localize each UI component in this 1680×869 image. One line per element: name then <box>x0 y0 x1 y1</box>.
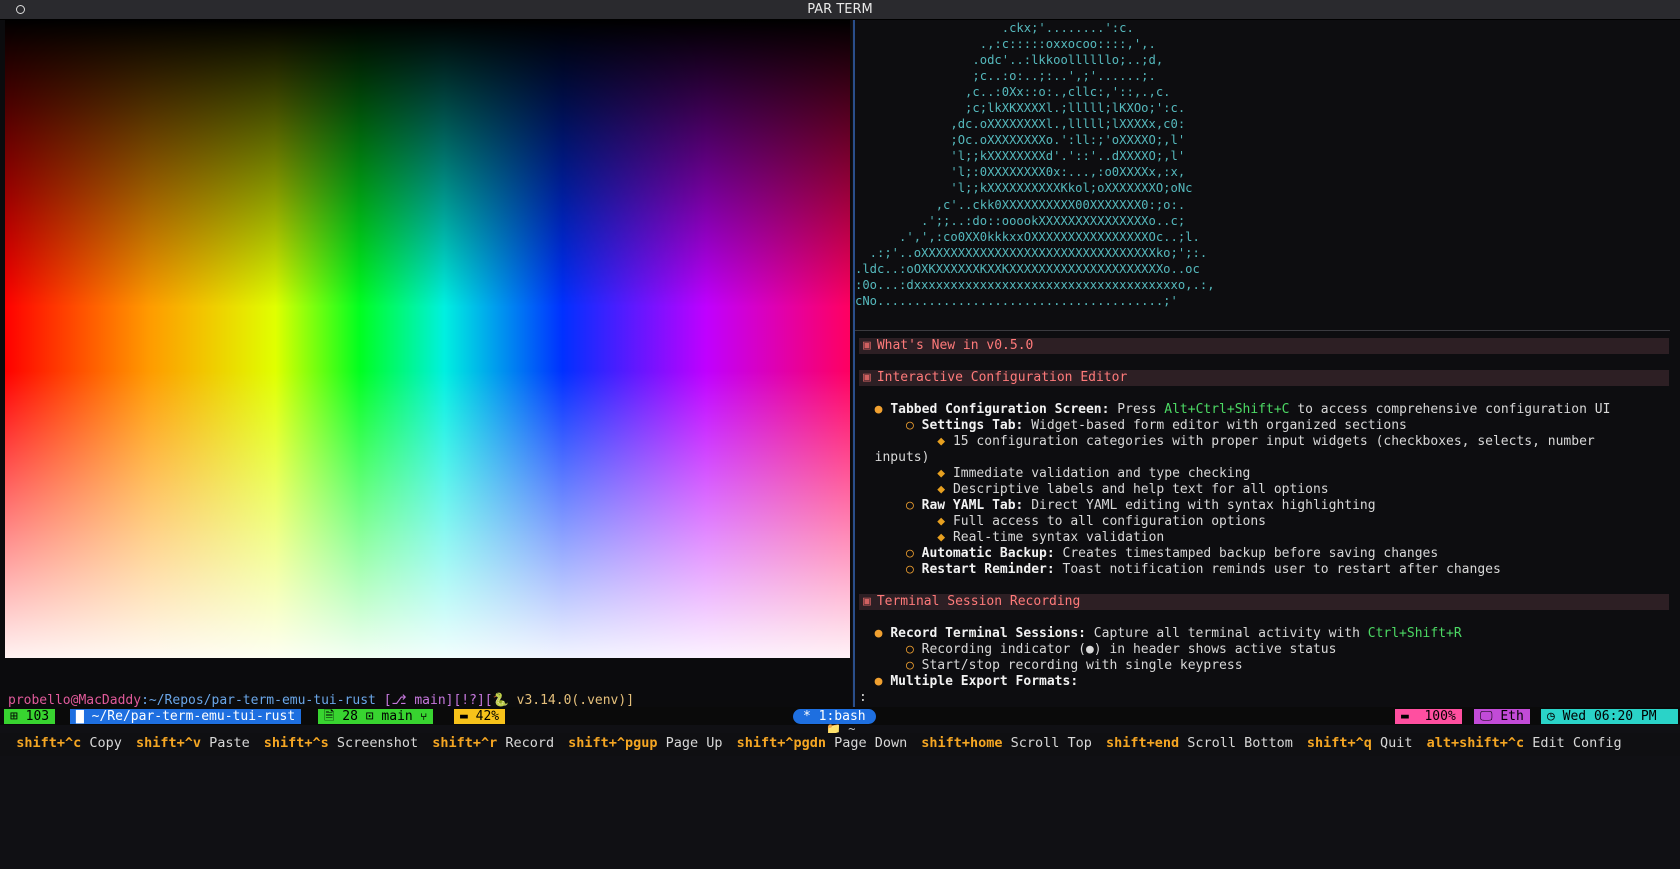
status-pane-count: ⊞ 103 <box>4 709 56 724</box>
list-item: ◆ Immediate validation and type checking <box>937 466 1251 481</box>
status-git: 🗎 28 ⊡ main ⑂ <box>318 709 434 724</box>
keybind-key: shift+^q <box>1306 735 1372 751</box>
keybind-key: shift+^pgdn <box>736 735 826 751</box>
left-pane[interactable]: probello@MacDaddy:~/Repos/par-term-emu-t… <box>0 20 852 725</box>
keybind-hints-bar: shift+^c Copy shift+^v Paste shift+^s Scre… <box>0 733 1680 756</box>
list-item: ◆ Real-time syntax validation <box>937 530 1165 545</box>
window-control-icon[interactable] <box>16 5 25 14</box>
horizontal-divider[interactable] <box>855 330 1670 331</box>
color-gradient-test <box>5 20 850 658</box>
keybind-label: Scroll Bottom <box>1179 735 1293 751</box>
list-item: ● Tabbed Configuration Screen: Press Alt… <box>874 402 1611 417</box>
list-item: ○ Raw YAML Tab: Direct YAML editing with… <box>905 498 1376 513</box>
keybind-key: shift+^c <box>16 735 82 751</box>
keybind-label: Page Up <box>657 735 723 751</box>
list-item: ◆ 15 configuration categories with prope… <box>937 434 1595 449</box>
ascii-art-logo: .ckx;'........':c. .,:c:::::oxxocoo::::,… <box>855 21 1215 308</box>
keybind-key: shift+^v <box>135 735 201 751</box>
status-zoom: ▬ 100% <box>1395 709 1462 724</box>
heading-icon: ▣ <box>863 338 871 353</box>
right-pane[interactable]: .ckx;'........':c. .,:c:::::oxxocoo::::,… <box>855 20 1680 707</box>
keybind-label: Record <box>497 735 555 751</box>
heading-config-editor: ▣ Interactive Configuration Editor <box>859 370 1669 386</box>
keybind-label: Scroll Top <box>1002 735 1092 751</box>
prompt-python: v3.14.0(.venv)] <box>508 693 635 708</box>
heading-icon: ▣ <box>863 370 871 385</box>
window-title: PAR TERM <box>807 2 873 17</box>
keybind-key: shift+end <box>1105 735 1180 751</box>
keybind-label: Screenshot <box>328 735 419 751</box>
list-item: ◆ Descriptive labels and help text for a… <box>937 482 1329 497</box>
keybind-key: shift+^pgup <box>568 735 658 751</box>
keybind-key: shift+^r <box>432 735 498 751</box>
status-datetime: ◷ Wed 06:20 PM <box>1541 709 1678 724</box>
list-item: ○ Restart Reminder: Toast notification r… <box>905 562 1501 577</box>
list-item: ○ Start/stop recording with single keypr… <box>905 658 1243 673</box>
keybind-label: Quit <box>1371 735 1413 751</box>
heading-recording: ▣ Terminal Session Recording <box>859 594 1669 610</box>
list-item: ○ Settings Tab: Widget-based form editor… <box>905 418 1407 433</box>
keybind-key: shift+^s <box>263 735 329 751</box>
list-item: ○ Recording indicator (●) in header show… <box>905 642 1337 657</box>
heading-icon: ▣ <box>863 594 871 609</box>
keybind-label: Page Down <box>825 735 908 751</box>
shell-prompt: probello@MacDaddy:~/Repos/par-term-emu-t… <box>8 693 634 708</box>
window-titlebar: PAR TERM <box>0 0 1680 20</box>
list-item: ● Multiple Export Formats: <box>874 674 1079 689</box>
list-item-continued: inputs) <box>874 450 930 465</box>
status-battery: ▬ 42% <box>454 709 506 724</box>
pager-prompt[interactable]: : <box>859 690 1669 706</box>
keybind-label: Copy <box>81 735 122 751</box>
keybind-label: Edit Config <box>1524 735 1622 751</box>
heading-whats-new: ▣ What's New in v0.5.0 <box>859 338 1669 354</box>
prompt-path: :~/Repos/par-term-emu-tui-rust <box>141 693 376 708</box>
status-path: ▇ ~/Re/par-term-emu-tui-rust <box>70 709 302 724</box>
prompt-user-host: probello@MacDaddy <box>8 693 142 708</box>
list-item: ○ Automatic Backup: Creates timestamped … <box>905 546 1439 561</box>
python-icon: 🐍 <box>492 693 509 708</box>
keybind-key: alt+shift+^c <box>1426 735 1525 751</box>
list-item: ◆ Full access to all configuration optio… <box>937 514 1267 529</box>
keybind-key: shift+home <box>921 735 1003 751</box>
status-network: 🖵 Eth <box>1474 709 1530 724</box>
list-item: ● Record Terminal Sessions: Capture all … <box>874 626 1462 641</box>
prompt-git: [⎇ main][!?][ <box>375 693 493 708</box>
keybind-label: Paste <box>200 735 250 751</box>
markdown-viewer[interactable]: ▣ What's New in v0.5.0 ▣ Interactive Confi… <box>859 338 1669 706</box>
